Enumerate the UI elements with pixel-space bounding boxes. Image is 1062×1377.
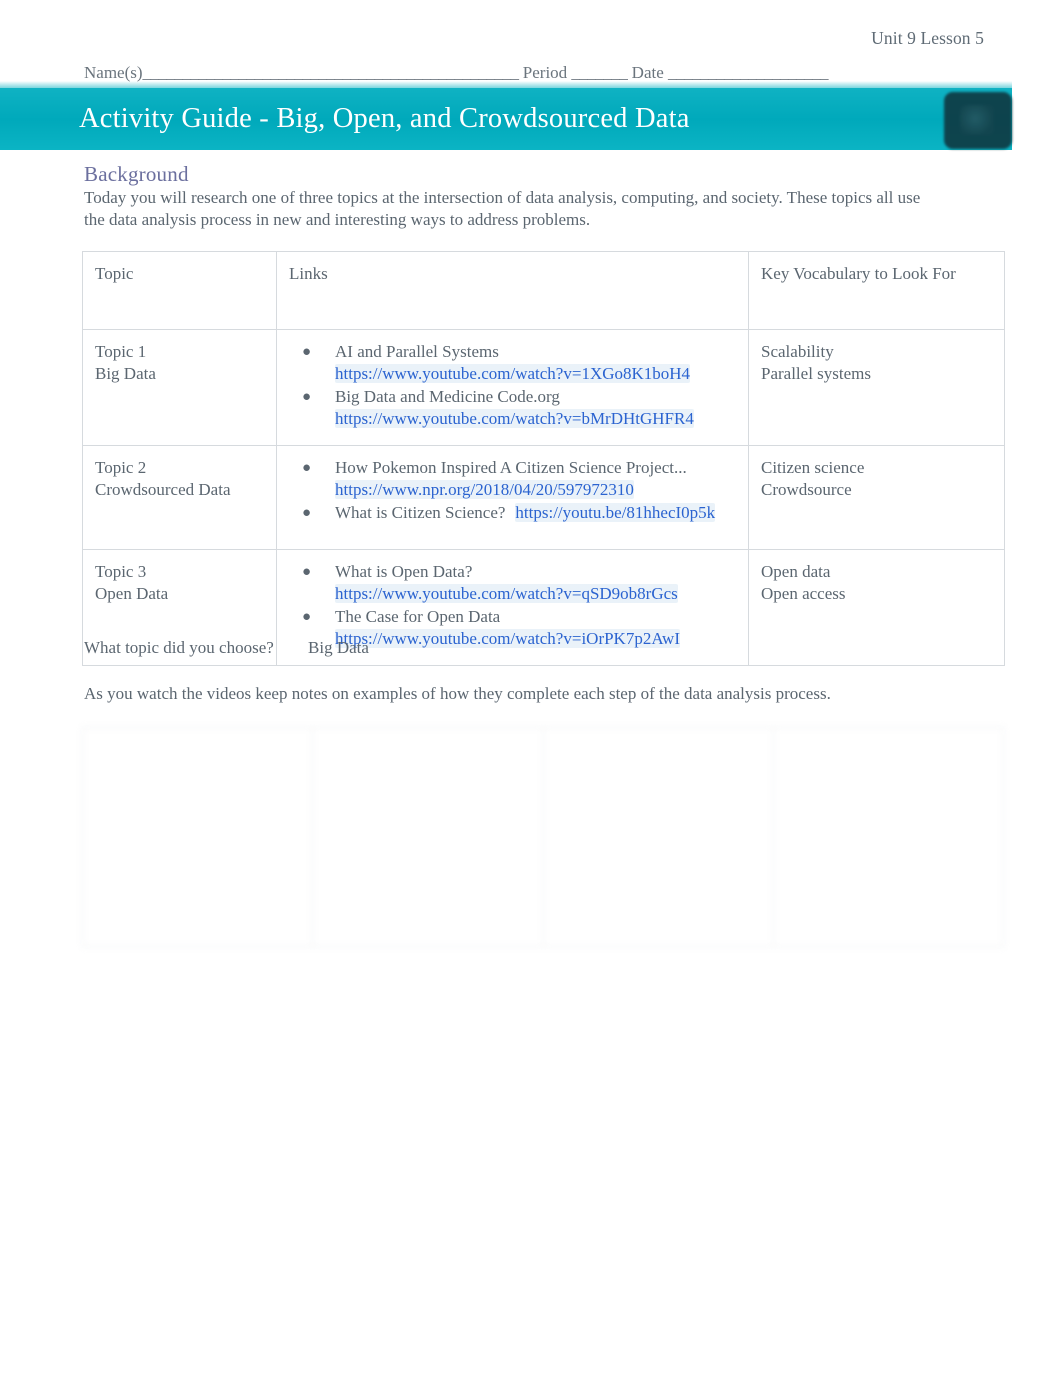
document-page: Unit 9 Lesson 5 Name(s)_________________… [0,0,1062,1377]
vocab-term: Open access [761,584,846,603]
links-list: ● What is Open Data? https://www.youtube… [289,561,736,650]
page-title: Activity Guide - Big, Open, and Crowdsou… [79,103,690,134]
list-item: ● AI and Parallel Systems https://www.yo… [289,341,736,385]
notes-cell[interactable] [81,727,314,947]
bullet-icon: ● [302,564,312,580]
unit-lesson-label: Unit 9 Lesson 5 [871,28,984,48]
table-row [81,727,1005,947]
link-url[interactable]: https://www.youtube.com/watch?v=1XGo8K1b… [335,364,691,383]
bullet-icon: ● [302,344,312,360]
notes-cell[interactable] [772,727,1005,947]
period-rule: _______ [571,63,628,82]
table-header-row: Topic Links Key Vocabulary to Look For [82,251,1005,330]
date-rule: ____________________ [668,63,829,82]
vocab-cell: Citizen science Crowdsource [748,445,1005,550]
code-org-logo-icon [944,92,1012,149]
choose-topic-question: What topic did you choose? Big Data [84,638,369,658]
topic-number: Topic 3 [95,562,147,581]
link-title: AI and Parallel Systems [335,342,499,361]
topics-table: Topic Links Key Vocabulary to Look For T… [82,251,1005,666]
links-list: ● AI and Parallel Systems https://www.yo… [289,341,736,430]
bullet-icon: ● [302,609,312,625]
logo-inner-shape [960,105,994,135]
name-period-date-line: Name(s)_________________________________… [84,63,984,83]
vocab-term: Crowdsource [761,480,852,499]
link-url[interactable]: https://youtu.be/81hhecI0p5k [515,503,716,522]
link-url[interactable]: https://www.youtube.com/watch?v=iOrPK7p2… [335,629,680,648]
topic-name: Open Data [95,584,169,603]
link-title: What is Citizen Science? [335,503,506,522]
bullet-icon: ● [302,460,312,476]
period-label: Period [522,63,568,82]
table-row: Topic 2 Crowdsourced Data ● How Pokemon … [82,445,1005,550]
vocab-term: Open data [761,562,831,581]
date-label: Date [631,63,664,82]
name-label: Name(s) [84,63,143,82]
vocab-cell: Open data Open access [748,549,1005,666]
vocab-term: Parallel systems [761,364,872,383]
link-url[interactable]: https://www.youtube.com/watch?v=bMrDHtGH… [335,409,694,428]
link-title: How Pokemon Inspired A Citizen Science P… [335,458,687,477]
links-cell: ● AI and Parallel Systems https://www.yo… [276,329,749,446]
list-item: ● Big Data and Medicine Code.org https:/… [289,386,736,430]
name-rule: ________________________________________… [142,63,520,82]
header-cell-links: Links [276,251,749,330]
table-row: Topic 1 Big Data ● AI and Parallel Syste… [82,329,1005,446]
background-heading: Background [84,162,189,186]
topic-name: Crowdsourced Data [95,480,231,499]
choose-topic-answer[interactable]: Big Data [308,638,369,657]
notes-cell[interactable] [542,727,774,947]
link-title: Big Data and Medicine Code.org [335,387,560,406]
link-url[interactable]: https://www.npr.org/2018/04/20/597972310 [335,480,634,499]
background-paragraph: Today you will research one of three top… [84,188,921,229]
link-title: What is Open Data? [335,562,473,581]
topic-cell: Topic 2 Crowdsourced Data [82,445,277,550]
links-list: ● How Pokemon Inspired A Citizen Science… [289,457,736,524]
header-cell-topic: Topic [82,251,277,330]
bullet-icon: ● [302,505,312,521]
header-cell-vocab: Key Vocabulary to Look For [748,251,1005,330]
notes-instruction: As you watch the videos keep notes on ex… [84,684,831,703]
topic-number: Topic 2 [95,458,147,477]
notes-table [81,727,1005,947]
notes-cell[interactable] [312,727,544,947]
title-banner: Activity Guide - Big, Open, and Crowdsou… [0,81,1012,150]
list-item: ● What is Citizen Science? https://youtu.… [289,502,736,524]
link-title: The Case for Open Data [335,607,501,626]
choose-topic-label: What topic did you choose? [84,638,274,657]
list-item: ● What is Open Data? https://www.youtube… [289,561,736,605]
link-url[interactable]: https://www.youtube.com/watch?v=qSD9ob8r… [335,584,678,603]
vocab-term: Scalability [761,342,834,361]
topic-number: Topic 1 [95,342,147,361]
topic-cell: Topic 1 Big Data [82,329,277,446]
vocab-cell: Scalability Parallel systems [748,329,1005,446]
links-cell: ● How Pokemon Inspired A Citizen Science… [276,445,749,550]
topic-name: Big Data [95,364,156,383]
list-item: ● How Pokemon Inspired A Citizen Science… [289,457,736,501]
bullet-icon: ● [302,389,312,405]
vocab-term: Citizen science [761,458,865,477]
